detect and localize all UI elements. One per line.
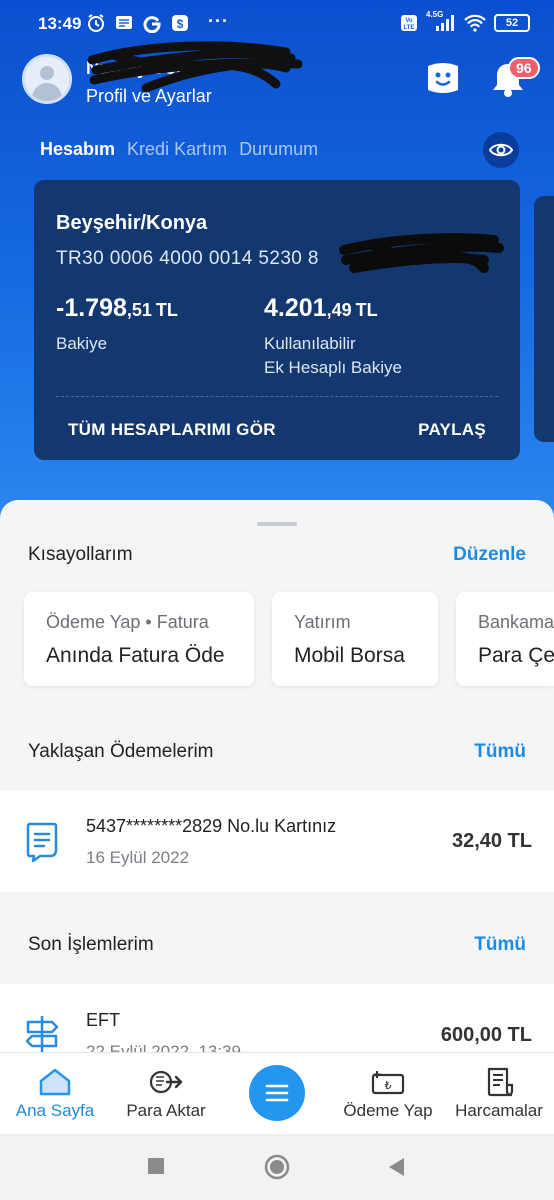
shortcuts-title: Kısayollarım — [28, 544, 133, 565]
shortcut-category: Bankamat — [478, 612, 554, 632]
redaction-scribble — [339, 233, 504, 273]
shortcuts-edit-link[interactable]: Düzenle — [453, 544, 526, 566]
toggle-balance-visibility-button[interactable] — [483, 132, 519, 168]
account-branch: Beyşehir/Konya — [56, 212, 208, 234]
upcoming-payments-all-link[interactable]: Tümü — [474, 741, 526, 763]
tab-kredi-kartim[interactable]: Kredi Kartım — [127, 139, 227, 160]
header-background: 13:49 $ ··· Vo LTE 4.5G 52 Nurcay Doğa Pr… — [0, 0, 554, 560]
redaction-scribble — [87, 41, 303, 93]
nav-transfer[interactable]: Para Aktar — [111, 1067, 221, 1121]
more-notifications-indicator: ··· — [208, 10, 229, 31]
home-icon — [39, 1068, 71, 1096]
status-time: 13:49 — [38, 14, 82, 33]
system-navigation-bar — [0, 1134, 554, 1200]
tab-durumum[interactable]: Durumum — [239, 139, 318, 160]
nav-home[interactable]: Ana Sayfa — [0, 1067, 110, 1121]
shortcut-title: Para Çe — [478, 644, 554, 667]
battery-indicator: 52 — [494, 14, 530, 32]
transaction-title: EFT — [86, 1010, 120, 1030]
home-button-icon[interactable] — [264, 1154, 290, 1180]
upcoming-payments-title: Yaklaşan Ödemelerim — [28, 741, 214, 762]
transaction-row[interactable]: EFT 22 Eylül 2022, 13:39 600,00 TL — [0, 984, 554, 1060]
svg-text:Vo: Vo — [405, 18, 413, 24]
recent-apps-icon[interactable] — [146, 1156, 166, 1176]
nav-home-label: Ana Sayfa — [15, 1101, 95, 1120]
shortcut-card[interactable]: Ödeme Yap • Fatura Anında Fatura Öde — [24, 592, 254, 686]
upcoming-payment-row[interactable]: 5437********2829 No.lu Kartınız 16 Eylül… — [0, 790, 554, 892]
card-divider — [56, 396, 498, 397]
bottom-navigation: Ana Sayfa Para Aktar ₺ Ödeme Yap Harcama… — [0, 1052, 554, 1134]
shortcut-card[interactable]: Yatırım Mobil Borsa — [272, 592, 438, 686]
nav-expenses[interactable]: Harcamalar — [444, 1067, 554, 1121]
recent-transactions-all-link[interactable]: Tümü — [474, 934, 526, 956]
transfer-icon — [149, 1070, 183, 1094]
nav-payment-label: Ödeme Yap — [343, 1101, 433, 1120]
expenses-icon — [487, 1067, 514, 1097]
balance-amount: -1.798,51 TL — [56, 294, 178, 322]
dashboard-sheet: Kısayollarım Düzenle Ödeme Yap • Fatura … — [0, 500, 554, 1060]
svg-text:LTE: LTE — [404, 25, 415, 31]
all-accounts-button[interactable]: TÜM HESAPLARIMI GÖR — [68, 420, 276, 440]
wifi-icon — [464, 14, 486, 32]
avatar[interactable] — [22, 54, 72, 104]
account-iban: TR30 0006 4000 0014 5230 8 — [56, 248, 319, 269]
recent-transactions-title: Son İşlemlerim — [28, 934, 154, 955]
available-balance-label-1: Kullanılabilir — [264, 334, 356, 353]
eye-icon — [489, 143, 513, 157]
sheet-drag-handle[interactable] — [257, 522, 297, 526]
g-app-icon — [143, 16, 161, 33]
nav-expenses-label: Harcamalar — [455, 1101, 543, 1120]
account-card[interactable]: Beyşehir/Konya TR30 0006 4000 0014 5230 … — [34, 180, 520, 460]
next-account-card-peek[interactable] — [534, 196, 554, 442]
notification-count-badge: 96 — [508, 57, 540, 79]
account-tabs: Hesabım Kredi Kartım Durumum — [40, 139, 318, 160]
payment-amount: 32,40 TL — [451, 830, 532, 852]
volte-icon: VoLTE — [401, 15, 417, 31]
menu-icon — [265, 1084, 289, 1102]
svg-text:₺: ₺ — [385, 1079, 392, 1092]
available-balance-amount: 4.201,49 TL — [264, 294, 378, 322]
shortcut-title: Anında Fatura Öde — [46, 644, 225, 667]
tab-hesabim[interactable]: Hesabım — [40, 139, 115, 160]
payment-date: 16 Eylül 2022 — [86, 848, 190, 867]
assistant-mascot-icon[interactable] — [424, 60, 462, 96]
nav-payment[interactable]: ₺ Ödeme Yap — [333, 1067, 443, 1121]
back-icon[interactable] — [386, 1156, 406, 1178]
receipt-icon — [26, 822, 58, 862]
svg-text:$: $ — [177, 17, 184, 31]
shortcut-title: Mobil Borsa — [294, 644, 405, 667]
payment-title: 5437********2829 No.lu Kartınız — [86, 816, 337, 836]
shortcut-category: Yatırım — [294, 612, 351, 632]
shortcut-card[interactable]: Bankamat Para Çe — [456, 592, 554, 686]
bank-app-icon: $ — [172, 15, 188, 31]
alarm-icon — [88, 14, 104, 32]
payment-icon: ₺ — [371, 1071, 405, 1095]
message-icon — [116, 16, 132, 29]
shortcut-category: Ödeme Yap • Fatura — [46, 612, 209, 632]
balance-label: Bakiye — [56, 334, 108, 353]
nav-transfer-label: Para Aktar — [126, 1101, 206, 1120]
main-menu-button[interactable] — [249, 1065, 305, 1121]
signal-4g-icon: 4.5G — [426, 10, 456, 32]
share-button[interactable]: PAYLAŞ — [418, 420, 486, 440]
available-balance-label-2: Ek Hesaplı Bakiye — [264, 358, 402, 377]
transaction-amount: 600,00 TL — [440, 1024, 532, 1046]
